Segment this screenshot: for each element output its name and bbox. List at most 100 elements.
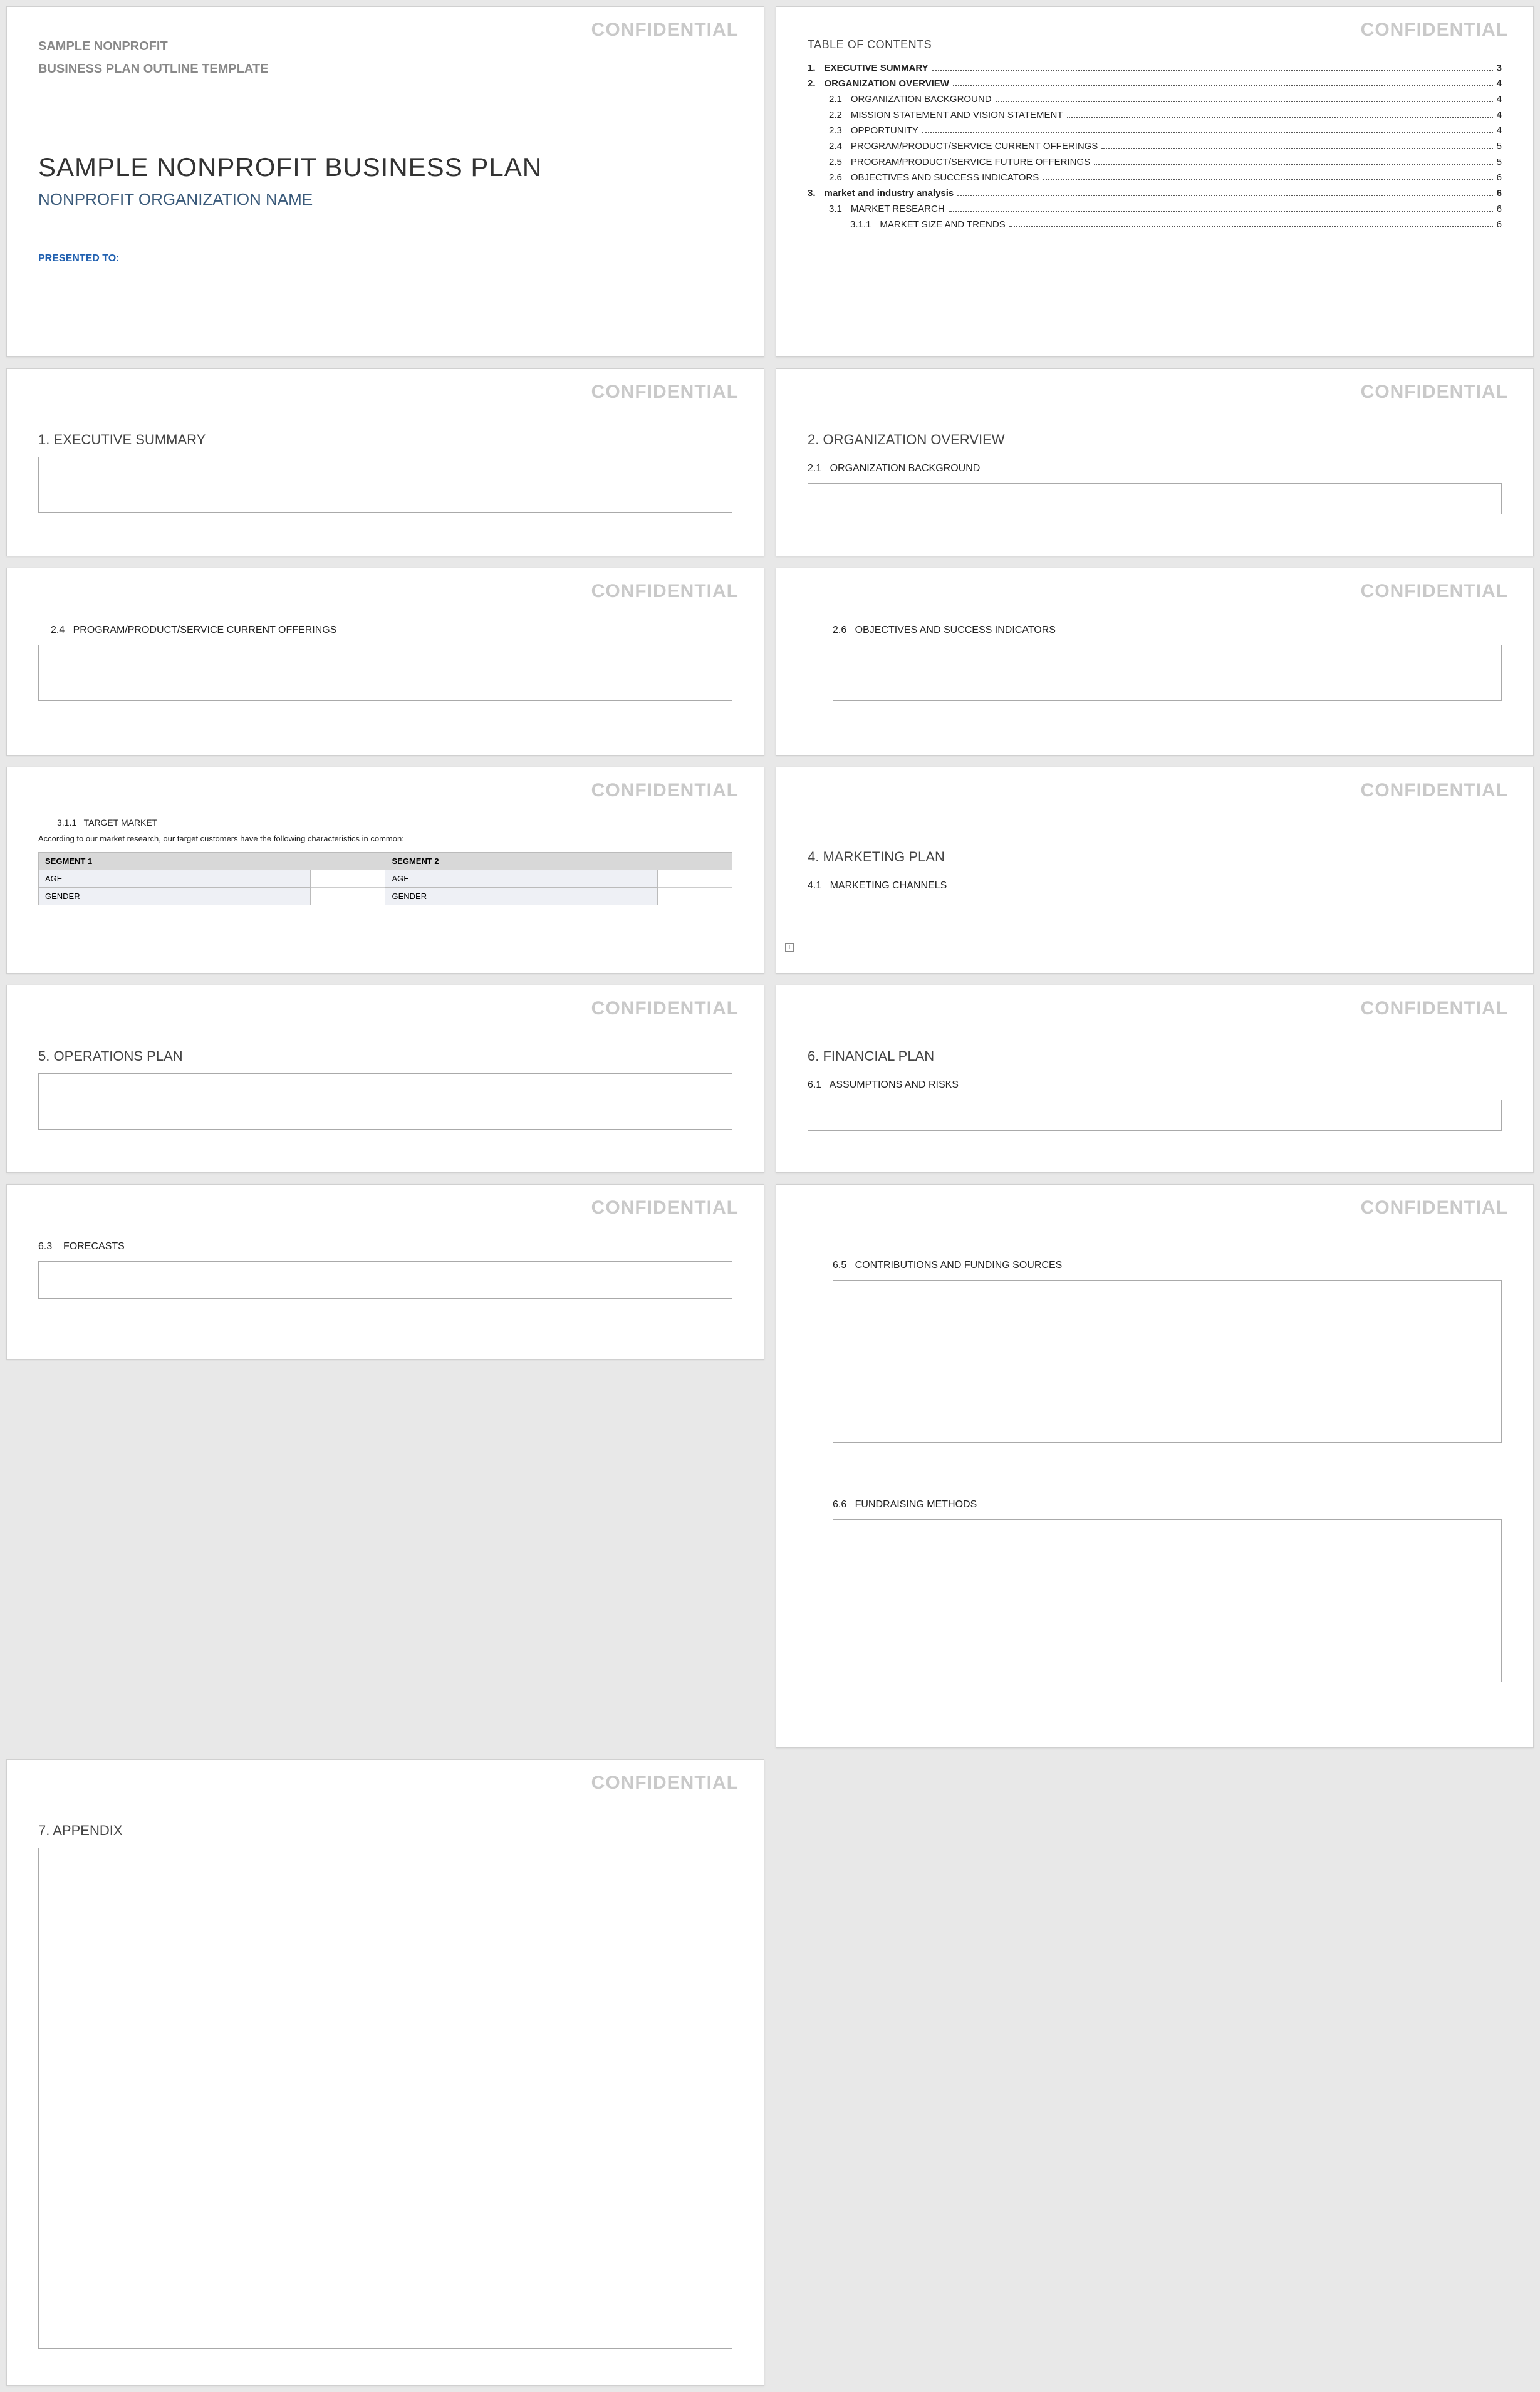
input-objectives[interactable]	[833, 645, 1502, 701]
segment1-header: SEGMENT 1	[39, 853, 385, 870]
toc-num: 2.	[808, 78, 816, 89]
segment1-age-value[interactable]	[311, 870, 385, 888]
segment2-gender-label: GENDER	[385, 888, 657, 905]
toc-num: 2.6	[829, 172, 842, 183]
input-current-offerings[interactable]	[38, 645, 732, 701]
heading-fundraising: 6.6 FUNDRAISING METHODS	[808, 1499, 1502, 1511]
heading-text: FORECASTS	[63, 1241, 125, 1252]
input-appendix[interactable]	[38, 1848, 732, 2349]
toc-text: PROGRAM/PRODUCT/SERVICE FUTURE OFFERINGS	[851, 157, 1090, 167]
heading-text: PROGRAM/PRODUCT/SERVICE CURRENT OFFERING…	[73, 625, 337, 635]
heading-assumptions-risks: 6.1 ASSUMPTIONS AND RISKS	[808, 1079, 1502, 1091]
toc-page: 4	[1497, 125, 1502, 136]
cover-header-line2: BUSINESS PLAN OUTLINE TEMPLATE	[38, 61, 732, 77]
watermark: CONFIDENTIAL	[1361, 382, 1508, 403]
toc-page: 6	[1497, 188, 1502, 199]
heading-num: 3.1.1	[57, 818, 76, 828]
page-forecasts: CONFIDENTIAL 6.3 FORECASTS	[6, 1184, 764, 1360]
input-fundraising[interactable]	[833, 1519, 1502, 1682]
heading-text: MARKETING CHANNELS	[830, 880, 947, 891]
page-financial-plan: CONFIDENTIAL 6. FINANCIAL PLAN 6.1 ASSUM…	[776, 985, 1534, 1173]
toc-entry[interactable]: 3.1.1MARKET SIZE AND TRENDS6	[808, 219, 1502, 230]
heading-num: 6.1	[808, 1079, 821, 1090]
toc-entry[interactable]: 2.4 PROGRAM/PRODUCT/SERVICE CURRENT OFFER…	[808, 141, 1502, 152]
toc-text: ORGANIZATION BACKGROUND	[851, 94, 992, 105]
watermark: CONFIDENTIAL	[1361, 19, 1508, 41]
input-contributions[interactable]	[833, 1280, 1502, 1443]
input-exec-summary[interactable]	[38, 457, 732, 513]
cover-subtitle: NONPROFIT ORGANIZATION NAME	[38, 190, 732, 209]
toc-leader	[1094, 164, 1493, 165]
toc-text: PROGRAM/PRODUCT/SERVICE CURRENT OFFERING…	[851, 141, 1098, 152]
toc-page: 4	[1497, 94, 1502, 105]
toc-page: 6	[1497, 219, 1502, 230]
toc-entry[interactable]: 3.1MARKET RESEARCH6	[808, 204, 1502, 214]
segment1-age-label: AGE	[39, 870, 311, 888]
heading-text: OBJECTIVES AND SUCCESS INDICATORS	[855, 625, 1056, 635]
toc-page: 5	[1497, 141, 1502, 152]
heading-marketing-channels: 4.1 MARKETING CHANNELS	[808, 880, 1502, 892]
target-market-note: According to our market research, our ta…	[38, 834, 732, 843]
toc-entry[interactable]: 2.6 OBJECTIVES AND SUCCESS INDICATORS 6	[808, 172, 1502, 183]
toc-num: 3.1.1	[850, 219, 871, 230]
input-forecasts[interactable]	[38, 1261, 732, 1299]
toc-text: OPPORTUNITY	[851, 125, 918, 136]
watermark: CONFIDENTIAL	[591, 998, 739, 1019]
toc-entry[interactable]: 2.ORGANIZATION OVERVIEW4	[808, 78, 1502, 89]
heading-contributions: 6.5 CONTRIBUTIONS AND FUNDING SOURCES	[808, 1260, 1502, 1271]
toc-leader	[949, 211, 1493, 212]
toc-text: OBJECTIVES AND SUCCESS INDICATORS	[851, 172, 1039, 183]
segment1-gender-label: GENDER	[39, 888, 311, 905]
segment2-age-value[interactable]	[657, 870, 732, 888]
heading-org-background: 2.1 ORGANIZATION BACKGROUND	[808, 463, 1502, 474]
toc-page: 4	[1497, 110, 1502, 120]
heading-target-market: 3.1.1 TARGET MARKET	[38, 818, 732, 828]
toc-entry[interactable]: 2.3 OPPORTUNITY 4	[808, 125, 1502, 136]
toc-entry[interactable]: 2.2MISSION STATEMENT AND VISION STATEMEN…	[808, 110, 1502, 120]
input-assumptions-risks[interactable]	[808, 1100, 1502, 1131]
watermark: CONFIDENTIAL	[1361, 780, 1508, 801]
toc-text: MARKET RESEARCH	[851, 204, 945, 214]
toc-num: 2.5	[829, 157, 842, 167]
toc-entry[interactable]: 1.EXECUTIVE SUMMARY3	[808, 63, 1502, 73]
toc-list: 1.EXECUTIVE SUMMARY3 2. ORGANIZATION OVERV…	[808, 63, 1502, 230]
heading-forecasts: 6.3 FORECASTS	[38, 1241, 732, 1252]
heading-text: CONTRIBUTIONS AND FUNDING SOURCES	[855, 1260, 1063, 1271]
expand-icon[interactable]: +	[785, 943, 794, 952]
heading-num: 2.4	[51, 625, 65, 635]
watermark: CONFIDENTIAL	[1361, 998, 1508, 1019]
toc-text: ORGANIZATION OVERVIEW	[825, 78, 949, 89]
heading-num: 2.1	[808, 463, 821, 474]
toc-num: 2.3	[829, 125, 842, 136]
toc-entry[interactable]: 3.market and industry analysis6	[808, 188, 1502, 199]
toc-leader	[953, 85, 1493, 86]
page-funding: CONFIDENTIAL 6.5 CONTRIBUTIONS AND FUNDI…	[776, 1184, 1534, 1748]
heading-objectives: 2.6 OBJECTIVES AND SUCCESS INDICATORS	[808, 625, 1502, 636]
toc-leader	[1101, 148, 1492, 149]
watermark: CONFIDENTIAL	[591, 1772, 739, 1794]
toc-num: 2.4	[829, 141, 842, 152]
page-target-market: CONFIDENTIAL 3.1.1 TARGET MARKET Accordi…	[6, 767, 764, 974]
heading-text: ORGANIZATION BACKGROUND	[830, 463, 981, 474]
page-exec-summary: CONFIDENTIAL 1. EXECUTIVE SUMMARY	[6, 368, 764, 556]
toc-num: 3.	[808, 188, 816, 199]
toc-text: MISSION STATEMENT AND VISION STATEMENT	[851, 110, 1063, 120]
heading-num: 4.1	[808, 880, 821, 891]
page-toc: CONFIDENTIAL TABLE OF CONTENTS 1.EXECUTI…	[776, 6, 1534, 357]
segment2-gender-value[interactable]	[657, 888, 732, 905]
watermark: CONFIDENTIAL	[1361, 1197, 1508, 1219]
input-operations-plan[interactable]	[38, 1073, 732, 1130]
heading-exec-summary: 1. EXECUTIVE SUMMARY	[38, 432, 732, 448]
page-cover: CONFIDENTIAL SAMPLE NONPROFIT BUSINESS P…	[6, 6, 764, 357]
input-org-background[interactable]	[808, 483, 1502, 514]
toc-entry[interactable]: 2.5 PROGRAM/PRODUCT/SERVICE FUTURE OFFERI…	[808, 157, 1502, 167]
toc-page: 6	[1497, 172, 1502, 183]
toc-leader	[922, 132, 1493, 133]
page-marketing-plan: CONFIDENTIAL 4. MARKETING PLAN 4.1 MARKE…	[776, 767, 1534, 974]
watermark: CONFIDENTIAL	[591, 19, 739, 41]
watermark: CONFIDENTIAL	[1361, 581, 1508, 602]
segment1-gender-value[interactable]	[311, 888, 385, 905]
heading-financial-plan: 6. FINANCIAL PLAN	[808, 1048, 1502, 1064]
heading-org-overview: 2. ORGANIZATION OVERVIEW	[808, 432, 1502, 448]
toc-entry[interactable]: 2.1ORGANIZATION BACKGROUND4	[808, 94, 1502, 105]
